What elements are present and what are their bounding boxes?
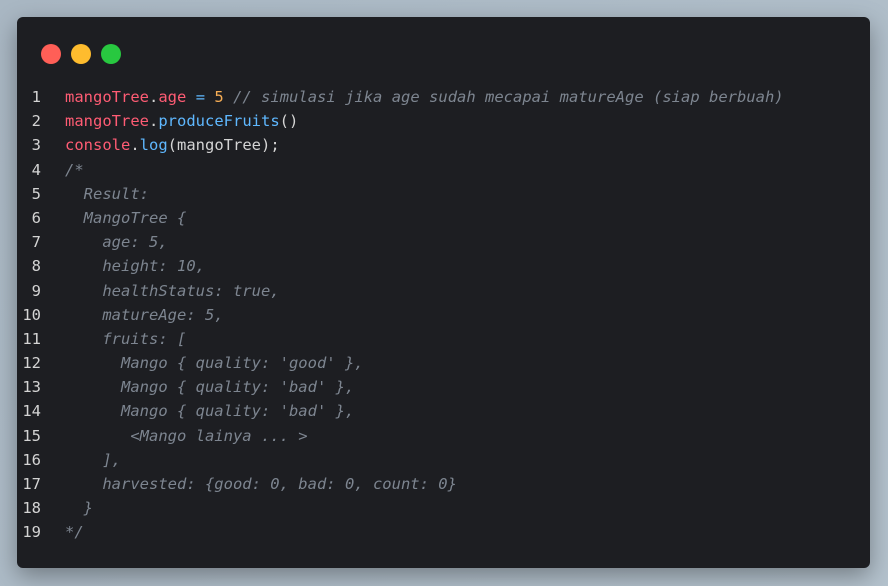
- code-line: 3 console.log(mangoTree);: [17, 133, 784, 157]
- code-text: Mango { quality: 'good' },: [65, 351, 364, 375]
- minimize-dot-icon[interactable]: [71, 44, 91, 64]
- line-number: 15: [22, 426, 41, 445]
- code-block: 1 mangoTree.age = 5 // simulasi jika age …: [17, 85, 784, 545]
- code-line: 8 height: 10,: [17, 254, 784, 278]
- code-text: */: [65, 520, 84, 544]
- code-line: 11 fruits: [: [17, 327, 784, 351]
- code-token: 5: [214, 88, 224, 106]
- line-number: 19: [22, 523, 41, 542]
- line-number: 1: [31, 88, 41, 106]
- code-token: .: [149, 88, 159, 106]
- line-number: 10: [22, 305, 41, 324]
- code-token: }: [65, 499, 93, 518]
- code-text: ],: [65, 448, 121, 472]
- close-dot-icon[interactable]: [41, 44, 61, 64]
- code-text: fruits: [: [65, 327, 186, 351]
- code-line: 1 mangoTree.age = 5 // simulasi jika age …: [17, 85, 784, 109]
- code-token: // simulasi jika age sudah mecapai matur…: [233, 88, 784, 106]
- code-text: /*: [65, 158, 84, 182]
- code-token: Mango { quality: 'bad' },: [65, 378, 355, 397]
- code-line: 10 matureAge: 5,: [17, 303, 784, 327]
- line-number: 11: [22, 329, 41, 348]
- code-line: 5 Result:: [17, 182, 784, 206]
- code-token: harvested: {good: 0, bad: 0, count: 0}: [65, 475, 457, 493]
- line-number: 7: [31, 233, 41, 252]
- code-token: .: [130, 136, 140, 155]
- line-number: 6: [31, 208, 41, 227]
- line-number: 3: [31, 136, 41, 155]
- code-window: 1 mangoTree.age = 5 // simulasi jika age …: [17, 17, 870, 568]
- code-token: produceFruits: [158, 112, 280, 131]
- line-number: 18: [22, 499, 41, 518]
- code-token: healthStatus: true,: [65, 281, 280, 300]
- maximize-dot-icon[interactable]: [101, 44, 121, 64]
- code-line: 4 /*: [17, 158, 784, 182]
- line-number: 2: [31, 112, 41, 131]
- code-text: mangoTree.age = 5 // simulasi jika age s…: [65, 85, 784, 109]
- code-token: Result:: [65, 184, 149, 203]
- code-text: age: 5,: [65, 230, 168, 254]
- code-token: fruits: [: [65, 329, 187, 348]
- window-controls: [41, 44, 121, 64]
- code-token: .: [149, 112, 159, 131]
- code-token: <Mango lainya ... >: [65, 426, 308, 445]
- code-line: 16 ],: [17, 448, 784, 472]
- code-text: <Mango lainya ... >: [65, 424, 308, 448]
- code-token: mangoTree: [65, 88, 149, 106]
- line-number: 14: [22, 402, 41, 421]
- code-text: matureAge: 5,: [65, 303, 224, 327]
- code-token: age: 5,: [65, 233, 168, 252]
- code-token: /*: [65, 160, 84, 179]
- code-token: age: [158, 88, 187, 106]
- code-line: 15 <Mango lainya ... >: [17, 424, 784, 448]
- code-text: Mango { quality: 'bad' },: [65, 375, 354, 399]
- code-token: ],: [65, 450, 121, 469]
- code-token: =: [195, 88, 206, 106]
- line-number: 5: [31, 184, 41, 203]
- code-token: Mango { quality: 'good' },: [65, 354, 364, 373]
- code-token: (): [279, 112, 299, 131]
- code-token: mangoTree: [65, 112, 149, 131]
- code-line: 9 healthStatus: true,: [17, 279, 784, 303]
- code-line: 6 MangoTree {: [17, 206, 784, 230]
- code-line: 18 }: [17, 496, 784, 520]
- line-number: 13: [22, 378, 41, 397]
- code-line: 14 Mango { quality: 'bad' },: [17, 399, 784, 423]
- code-line: 17 harvested: {good: 0, bad: 0, count: 0…: [17, 472, 784, 496]
- code-text: Mango { quality: 'bad' },: [65, 399, 354, 423]
- code-text: height: 10,: [65, 254, 205, 278]
- code-text: harvested: {good: 0, bad: 0, count: 0}: [65, 472, 457, 496]
- line-number: 8: [31, 257, 41, 276]
- code-token: Mango { quality: 'bad' },: [65, 402, 355, 421]
- code-line: 2 mangoTree.produceFruits(): [17, 109, 784, 133]
- code-line: 19 */: [17, 520, 784, 544]
- code-token: height: 10,: [65, 257, 205, 276]
- code-text: MangoTree {: [65, 206, 187, 230]
- code-token: console: [65, 136, 131, 155]
- code-token: */: [65, 523, 84, 542]
- code-text: console.log(mangoTree);: [65, 133, 280, 157]
- code-line: 12 Mango { quality: 'good' },: [17, 351, 784, 375]
- line-number: 17: [22, 475, 41, 493]
- code-line: 7 age: 5,: [17, 230, 784, 254]
- code-token: log: [139, 136, 168, 155]
- code-token: matureAge: 5,: [65, 305, 224, 324]
- line-number: 4: [31, 160, 41, 179]
- code-text: }: [65, 496, 93, 520]
- line-number: 12: [22, 354, 41, 373]
- code-text: mangoTree.produceFruits(): [65, 109, 298, 133]
- code-text: Result:: [65, 182, 149, 206]
- code-line: 13 Mango { quality: 'bad' },: [17, 375, 784, 399]
- line-number: 9: [31, 281, 41, 300]
- code-text: healthStatus: true,: [65, 279, 280, 303]
- code-token: MangoTree {: [65, 208, 187, 227]
- code-token: (mangoTree);: [167, 136, 280, 155]
- line-number: 16: [22, 450, 41, 469]
